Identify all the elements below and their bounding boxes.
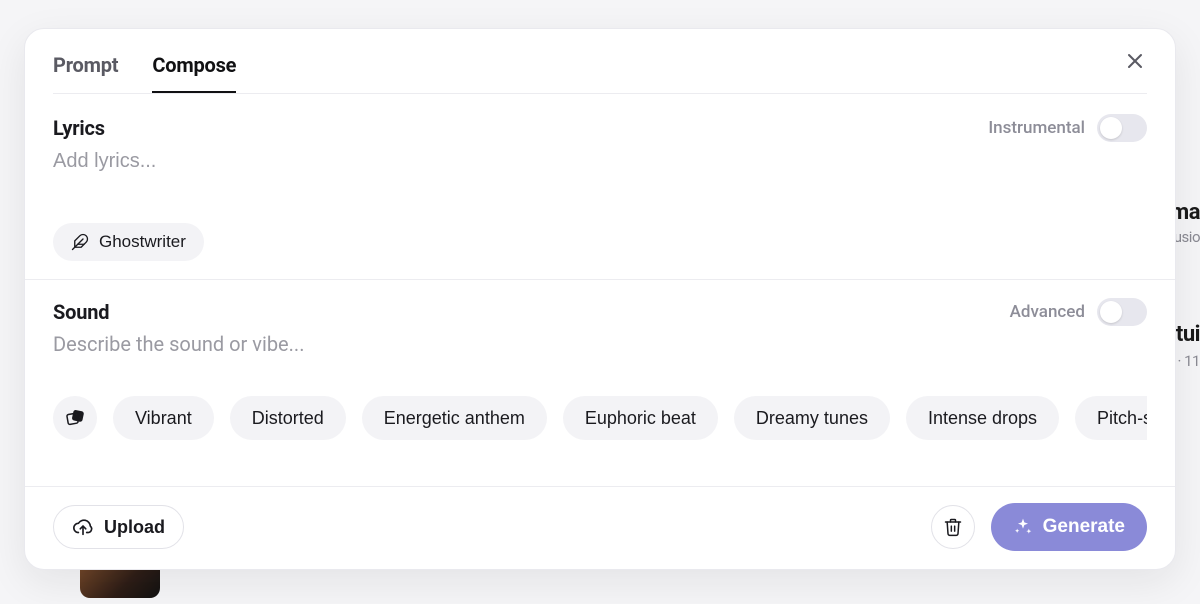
sparkle-icon <box>1013 517 1033 537</box>
background-text: usio <box>1174 228 1200 246</box>
generate-label: Generate <box>1043 516 1125 538</box>
dialog-footer: Upload <box>25 486 1175 569</box>
sound-section: Sound Advanced Describe the sound or vib… <box>25 280 1175 460</box>
upload-button[interactable]: Upload <box>53 505 184 549</box>
close-icon <box>1126 52 1144 70</box>
ghostwriter-button[interactable]: Ghostwriter <box>53 223 204 261</box>
sound-description: Describe the sound or vibe... <box>53 332 1147 356</box>
tabs-divider <box>53 93 1147 94</box>
toggle-knob <box>1100 301 1122 323</box>
sound-chip-pitch-shifted[interactable]: Pitch-shifted <box>1075 396 1147 440</box>
trash-icon <box>943 517 963 537</box>
sound-chip-energetic-anthem[interactable]: Energetic anthem <box>362 396 547 440</box>
lyrics-section: Lyrics Instrumental Ghostwriter <box>25 94 1175 279</box>
advanced-toggle[interactable] <box>1097 298 1147 326</box>
lyrics-title: Lyrics <box>53 116 105 140</box>
advanced-label: Advanced <box>1010 302 1085 322</box>
compose-dialog: Prompt Compose Lyrics Instrumental <box>24 28 1176 570</box>
close-button[interactable] <box>1117 43 1153 79</box>
sound-chip-euphoric-beat[interactable]: Euphoric beat <box>563 396 718 440</box>
toggle-knob <box>1100 117 1122 139</box>
sound-chip-intense-drops[interactable]: Intense drops <box>906 396 1059 440</box>
sound-chip-dreamy-tunes[interactable]: Dreamy tunes <box>734 396 890 440</box>
sound-chip-vibrant[interactable]: Vibrant <box>113 396 214 440</box>
lyrics-input[interactable] <box>53 150 1147 173</box>
clear-button[interactable] <box>931 505 975 549</box>
cloud-upload-icon <box>72 516 94 538</box>
advanced-toggle-wrap: Advanced <box>1010 298 1147 326</box>
tab-prompt[interactable]: Prompt <box>53 43 118 94</box>
footer-right: Generate <box>931 503 1147 551</box>
instrumental-label: Instrumental <box>988 118 1085 138</box>
dice-icon <box>65 408 85 428</box>
tabs: Prompt Compose <box>25 29 1175 94</box>
sound-title: Sound <box>53 300 109 324</box>
instrumental-toggle-wrap: Instrumental <box>988 114 1147 142</box>
ghostwriter-label: Ghostwriter <box>99 232 186 252</box>
instrumental-toggle[interactable] <box>1097 114 1147 142</box>
feather-icon <box>71 233 89 251</box>
upload-label: Upload <box>104 517 165 538</box>
sound-chips: Vibrant Distorted Energetic anthem Eupho… <box>53 396 1147 440</box>
dice-chip[interactable] <box>53 396 97 440</box>
generate-button[interactable]: Generate <box>991 503 1147 551</box>
tab-compose[interactable]: Compose <box>152 43 236 94</box>
sound-chip-distorted[interactable]: Distorted <box>230 396 346 440</box>
